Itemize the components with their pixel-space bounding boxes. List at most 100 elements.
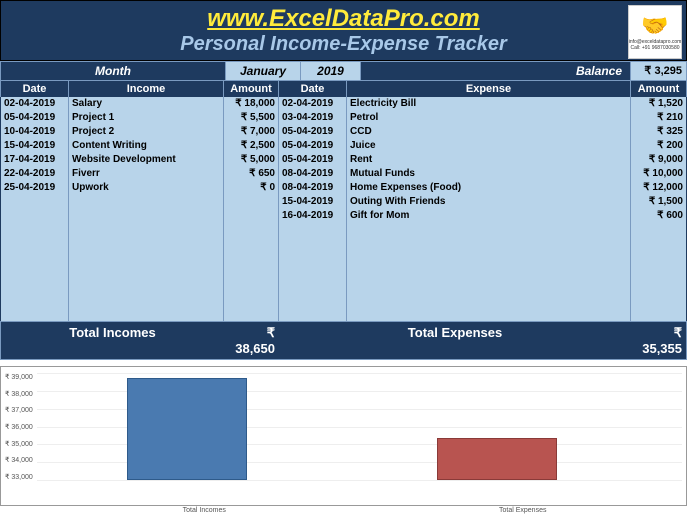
- expense-desc[interactable]: [347, 279, 631, 293]
- expense-date[interactable]: [279, 237, 347, 251]
- expense-date[interactable]: 02-04-2019: [279, 97, 347, 111]
- expense-date[interactable]: [279, 293, 347, 307]
- expense-desc[interactable]: Petrol: [347, 111, 631, 125]
- table-row[interactable]: [1, 237, 686, 251]
- table-row[interactable]: 15-04-2019Outing With Friends₹ 1,500: [1, 195, 686, 209]
- expense-amount[interactable]: ₹ 12,000: [631, 181, 686, 195]
- income-date[interactable]: [1, 251, 69, 265]
- expense-date[interactable]: 05-04-2019: [279, 153, 347, 167]
- table-row[interactable]: [1, 223, 686, 237]
- income-desc[interactable]: Upwork: [69, 181, 224, 195]
- income-amount[interactable]: [224, 237, 279, 251]
- expense-desc[interactable]: CCD: [347, 125, 631, 139]
- expense-desc[interactable]: Mutual Funds: [347, 167, 631, 181]
- expense-date[interactable]: 08-04-2019: [279, 181, 347, 195]
- expense-date[interactable]: 16-04-2019: [279, 209, 347, 223]
- expense-amount[interactable]: [631, 237, 686, 251]
- income-date[interactable]: [1, 209, 69, 223]
- expense-amount[interactable]: ₹ 210: [631, 111, 686, 125]
- income-amount[interactable]: [224, 209, 279, 223]
- expense-amount[interactable]: [631, 265, 686, 279]
- expense-desc[interactable]: [347, 251, 631, 265]
- expense-desc[interactable]: Juice: [347, 139, 631, 153]
- expense-amount[interactable]: [631, 293, 686, 307]
- income-desc[interactable]: Project 1: [69, 111, 224, 125]
- income-date[interactable]: 22-04-2019: [1, 167, 69, 181]
- income-desc[interactable]: Website Development: [69, 153, 224, 167]
- table-row[interactable]: 17-04-2019Website Development₹ 5,00005-0…: [1, 153, 686, 167]
- table-row[interactable]: 10-04-2019Project 2₹ 7,00005-04-2019CCD₹…: [1, 125, 686, 139]
- income-date[interactable]: [1, 237, 69, 251]
- expense-date[interactable]: 05-04-2019: [279, 139, 347, 153]
- expense-amount[interactable]: [631, 307, 686, 321]
- expense-amount[interactable]: [631, 251, 686, 265]
- expense-desc[interactable]: [347, 265, 631, 279]
- expense-date[interactable]: 03-04-2019: [279, 111, 347, 125]
- expense-date[interactable]: 08-04-2019: [279, 167, 347, 181]
- month-value[interactable]: January: [226, 62, 301, 80]
- income-date[interactable]: 02-04-2019: [1, 97, 69, 111]
- expense-date[interactable]: [279, 265, 347, 279]
- expense-desc[interactable]: Home Expenses (Food): [347, 181, 631, 195]
- table-row[interactable]: [1, 251, 686, 265]
- expense-amount[interactable]: [631, 223, 686, 237]
- table-row[interactable]: 16-04-2019Gift for Mom₹ 600: [1, 209, 686, 223]
- income-desc[interactable]: [69, 237, 224, 251]
- income-amount[interactable]: ₹ 18,000: [224, 97, 279, 111]
- income-date[interactable]: [1, 293, 69, 307]
- income-amount[interactable]: [224, 293, 279, 307]
- table-row[interactable]: 15-04-2019Content Writing₹ 2,50005-04-20…: [1, 139, 686, 153]
- income-date[interactable]: [1, 223, 69, 237]
- income-amount[interactable]: ₹ 7,000: [224, 125, 279, 139]
- income-desc[interactable]: Content Writing: [69, 139, 224, 153]
- expense-date[interactable]: [279, 223, 347, 237]
- year-value[interactable]: 2019: [301, 62, 361, 80]
- expense-amount[interactable]: [631, 279, 686, 293]
- expense-amount[interactable]: ₹ 325: [631, 125, 686, 139]
- income-desc[interactable]: Salary: [69, 97, 224, 111]
- table-row[interactable]: 25-04-2019Upwork₹ 008-04-2019Home Expens…: [1, 181, 686, 195]
- table-row[interactable]: [1, 265, 686, 279]
- income-desc[interactable]: [69, 293, 224, 307]
- income-amount[interactable]: ₹ 0: [224, 181, 279, 195]
- expense-desc[interactable]: [347, 237, 631, 251]
- expense-date[interactable]: [279, 251, 347, 265]
- table-row[interactable]: [1, 307, 686, 321]
- income-desc[interactable]: [69, 265, 224, 279]
- income-desc[interactable]: [69, 223, 224, 237]
- expense-desc[interactable]: [347, 223, 631, 237]
- income-date[interactable]: [1, 279, 69, 293]
- table-row[interactable]: 05-04-2019Project 1₹ 5,50003-04-2019Petr…: [1, 111, 686, 125]
- expense-desc[interactable]: Electricity Bill: [347, 97, 631, 111]
- income-desc[interactable]: [69, 195, 224, 209]
- table-row[interactable]: [1, 293, 686, 307]
- expense-amount[interactable]: ₹ 600: [631, 209, 686, 223]
- expense-date[interactable]: [279, 307, 347, 321]
- income-desc[interactable]: [69, 307, 224, 321]
- expense-date[interactable]: 15-04-2019: [279, 195, 347, 209]
- expense-desc[interactable]: Outing With Friends: [347, 195, 631, 209]
- expense-amount[interactable]: ₹ 1,520: [631, 97, 686, 111]
- income-date[interactable]: [1, 307, 69, 321]
- expense-amount[interactable]: ₹ 200: [631, 139, 686, 153]
- income-desc[interactable]: [69, 279, 224, 293]
- income-amount[interactable]: [224, 223, 279, 237]
- income-desc[interactable]: Fiverr: [69, 167, 224, 181]
- income-amount[interactable]: ₹ 650: [224, 167, 279, 181]
- income-date[interactable]: 25-04-2019: [1, 181, 69, 195]
- table-row[interactable]: 02-04-2019Salary₹ 18,00002-04-2019Electr…: [1, 97, 686, 111]
- expense-amount[interactable]: ₹ 9,000: [631, 153, 686, 167]
- table-row[interactable]: [1, 279, 686, 293]
- income-amount[interactable]: [224, 279, 279, 293]
- expense-date[interactable]: 05-04-2019: [279, 125, 347, 139]
- income-desc[interactable]: [69, 251, 224, 265]
- income-desc[interactable]: [69, 209, 224, 223]
- expense-desc[interactable]: Rent: [347, 153, 631, 167]
- expense-amount[interactable]: ₹ 1,500: [631, 195, 686, 209]
- income-amount[interactable]: [224, 195, 279, 209]
- income-date[interactable]: 17-04-2019: [1, 153, 69, 167]
- expense-desc[interactable]: Gift for Mom: [347, 209, 631, 223]
- income-amount[interactable]: [224, 265, 279, 279]
- expense-desc[interactable]: [347, 293, 631, 307]
- table-row[interactable]: 22-04-2019Fiverr₹ 65008-04-2019Mutual Fu…: [1, 167, 686, 181]
